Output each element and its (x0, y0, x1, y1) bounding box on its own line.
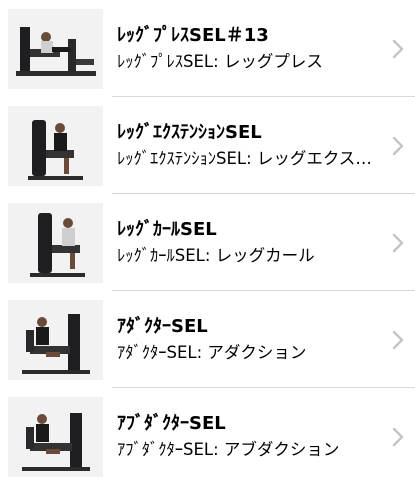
leg-curl-machine-image (8, 202, 103, 283)
chevron-right-icon (387, 39, 409, 59)
leg-press-machine-image (8, 8, 103, 89)
chevron-right-icon (387, 233, 409, 253)
list-item-adductor[interactable]: ｱﾀﾞｸﾀｰSEL ｱﾀﾞｸﾀｰSEL: アダクション (0, 291, 415, 388)
chevron-right-icon (387, 136, 409, 156)
item-subtitle: ﾚｯｸﾞｴｸｽﾃﾝｼｮﾝSEL: レッグエクステンション (117, 149, 381, 168)
item-title: ﾚｯｸﾞｶｰﾙSEL (117, 219, 217, 240)
item-subtitle: ﾚｯｸﾞﾌﾟﾚｽSEL: レッグプレス (117, 52, 323, 71)
item-subtitle: ｱﾌﾞﾀﾞｸﾀｰSEL: アブダクション (117, 440, 340, 459)
list-item-abductor[interactable]: ｱﾌﾞﾀﾞｸﾀｰSEL ｱﾌﾞﾀﾞｸﾀｰSEL: アブダクション (0, 388, 415, 485)
item-subtitle: ﾚｯｸﾞｶｰﾙSEL: レッグカール (117, 246, 315, 265)
item-text: ｱﾀﾞｸﾀｰSEL ｱﾀﾞｸﾀｰSEL: アダクション (117, 315, 387, 364)
item-title: ﾚｯｸﾞｴｸｽﾃﾝｼｮﾝSEL (117, 122, 262, 143)
item-text: ｱﾌﾞﾀﾞｸﾀｰSEL ｱﾌﾞﾀﾞｸﾀｰSEL: アブダクション (117, 412, 387, 461)
leg-extension-machine-image (8, 105, 103, 186)
item-title: ﾚｯｸﾞﾌﾟﾚｽSEL＃13 (117, 25, 269, 46)
item-text: ﾚｯｸﾞﾌﾟﾚｽSEL＃13 ﾚｯｸﾞﾌﾟﾚｽSEL: レッグプレス (117, 24, 387, 73)
list-item-leg-curl[interactable]: ﾚｯｸﾞｶｰﾙSEL ﾚｯｸﾞｶｰﾙSEL: レッグカール (0, 194, 415, 291)
adductor-machine-image (8, 299, 103, 380)
list-item-leg-extension[interactable]: ﾚｯｸﾞｴｸｽﾃﾝｼｮﾝSEL ﾚｯｸﾞｴｸｽﾃﾝｼｮﾝSEL: レッグエクステ… (0, 97, 415, 194)
item-text: ﾚｯｸﾞｴｸｽﾃﾝｼｮﾝSEL ﾚｯｸﾞｴｸｽﾃﾝｼｮﾝSEL: レッグエクステ… (117, 121, 387, 170)
list-item-leg-press[interactable]: ﾚｯｸﾞﾌﾟﾚｽSEL＃13 ﾚｯｸﾞﾌﾟﾚｽSEL: レッグプレス (0, 0, 415, 97)
item-text: ﾚｯｸﾞｶｰﾙSEL ﾚｯｸﾞｶｰﾙSEL: レッグカール (117, 218, 387, 267)
chevron-right-icon (387, 427, 409, 447)
abductor-machine-image (8, 396, 103, 477)
item-title: ｱﾌﾞﾀﾞｸﾀｰSEL (117, 413, 226, 434)
chevron-right-icon (387, 330, 409, 350)
item-subtitle: ｱﾀﾞｸﾀｰSEL: アダクション (117, 343, 307, 362)
machine-list: ﾚｯｸﾞﾌﾟﾚｽSEL＃13 ﾚｯｸﾞﾌﾟﾚｽSEL: レッグプレス ﾚｯｸﾞｴ… (0, 0, 415, 485)
item-title: ｱﾀﾞｸﾀｰSEL (117, 316, 208, 337)
